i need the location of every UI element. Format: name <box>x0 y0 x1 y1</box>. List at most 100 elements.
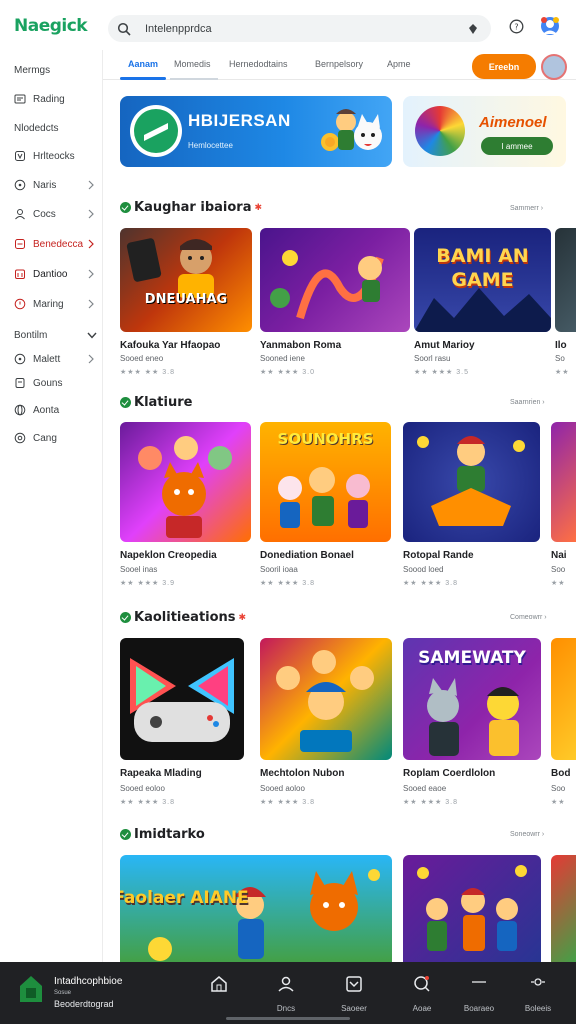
game-title: Ilo <box>555 340 567 351</box>
search-input[interactable]: Intelenpprdca <box>145 23 467 35</box>
cta-button[interactable]: Ereebn <box>472 54 536 79</box>
sidebar: Mermgs Rading Nlodedcts Hrlteocks Naris … <box>0 50 103 962</box>
nav-home[interactable] <box>194 972 244 1016</box>
sidebar-subitem-aonta[interactable]: Aonta <box>14 400 100 420</box>
compass-icon <box>14 179 26 191</box>
game-rating: ★★ ★★★ 3.0 <box>260 369 315 376</box>
help-icon[interactable]: ? <box>509 19 524 34</box>
sidebar-item-label: Nlodedcts <box>14 122 59 134</box>
game-thumbnail: DNEUAHAG <box>120 228 252 332</box>
game-thumbnail <box>551 422 576 542</box>
sidebar-subitem-malett[interactable]: Malett <box>14 349 100 369</box>
profile-avatar[interactable] <box>541 54 567 80</box>
game-title: Rotopal Rande <box>403 550 474 561</box>
orb-illustration <box>415 106 465 156</box>
check-badge-icon <box>120 202 131 213</box>
star-icon: ✱ <box>238 612 247 623</box>
nav-boaraeo[interactable]: Boaraeo <box>454 972 504 1016</box>
chevron-right-icon <box>88 299 94 309</box>
active-tab-indicator <box>120 77 166 80</box>
sidebar-item-cocs[interactable]: Cocs <box>14 204 100 224</box>
nav-dncs[interactable]: Dncs <box>261 972 311 1016</box>
chevron-down-icon <box>87 332 97 339</box>
tab-momedis[interactable]: Momedis <box>174 59 211 69</box>
tab-hernedodtains[interactable]: Hernedodtains <box>229 59 288 69</box>
search-icon <box>117 22 131 36</box>
sidebar-item-label: Cocs <box>33 208 56 220</box>
nav-label: Boaraeo <box>463 1004 495 1013</box>
sidebar-item-benedecca[interactable]: Benedecca <box>14 234 100 254</box>
sidebar-item-label: Aonta <box>33 404 60 416</box>
promo-banner-secondary[interactable]: Aimenoel I ammee <box>403 96 566 167</box>
game-developer: Sooned iene <box>260 354 305 363</box>
app-icon[interactable] <box>18 974 44 1004</box>
app-root: Naegick Intelenpprdca ? Mermgs Rading Nl… <box>0 0 576 1024</box>
search-bar[interactable]: Intelenpprdca <box>108 15 491 42</box>
nav-saoeer[interactable]: Saoeer <box>329 972 379 1016</box>
tab-bernpelsory[interactable]: Bernpelsory <box>315 59 363 69</box>
svg-text:?: ? <box>514 23 518 32</box>
nav-boleeis[interactable]: Boleeis <box>513 972 563 1016</box>
game-title: Mechtolon Nubon <box>260 768 345 779</box>
sidebar-item-maring[interactable]: Maring <box>14 294 100 314</box>
game-developer: So <box>555 354 565 363</box>
game-rating: ★★★ ★★ 3.8 <box>120 369 175 376</box>
tab-aanam[interactable]: Aanam <box>128 59 158 69</box>
sidebar-subitem-cang[interactable]: Cang <box>14 428 100 448</box>
list-icon <box>14 94 26 104</box>
banner-action-button[interactable]: I ammee <box>481 137 553 155</box>
home-indicator[interactable] <box>226 1017 350 1020</box>
banner-title: Aimenoel <box>479 114 547 131</box>
mascot-illustration <box>321 109 382 151</box>
sidebar-section-label: Bontilm <box>14 329 48 341</box>
sidebar-section-header[interactable]: Bontilm <box>14 325 100 345</box>
game-rating: ★★ ★★★ 3.9 <box>120 580 175 587</box>
game-thumbnail: SAMEWATY <box>403 638 541 760</box>
sidebar-item-label: Dantioo <box>33 268 68 280</box>
library-icon <box>472 981 486 983</box>
section-title: Kaolitieations ✱ <box>120 610 246 625</box>
thumbnail-art-text: SOUNOHRS <box>277 430 374 448</box>
bookmark-icon <box>15 151 25 161</box>
section-more-link[interactable]: Saarnrien › <box>510 399 545 406</box>
sidebar-item-naris[interactable]: Naris <box>14 175 100 195</box>
sidebar-item-dantioo[interactable]: Dantioo <box>14 264 100 284</box>
game-title: Yanmabon Roma <box>260 340 342 351</box>
game-developer: Sooril ioaa <box>260 565 298 574</box>
sidebar-item-hrlteocks[interactable]: Hrlteocks <box>14 146 100 166</box>
sidebar-item-rading[interactable]: Rading <box>14 89 100 109</box>
section-title: Imidtarko <box>120 827 205 842</box>
check-badge-icon <box>120 397 131 408</box>
tab-apme[interactable]: Apme <box>387 59 411 69</box>
game-thumbnail <box>551 638 576 760</box>
account-avatar-icon[interactable] <box>539 15 561 37</box>
thumbnail-art-text: SAMEWATY <box>418 648 526 668</box>
app-logo[interactable]: Naegick <box>14 16 88 36</box>
section-more-link[interactable]: Soneowrr › <box>510 831 544 838</box>
thumbnail-art-text: DNEUAHAG <box>144 292 228 307</box>
voice-search-icon[interactable] <box>467 23 479 35</box>
promo-banner-main[interactable]: HBIJERSAN Hemlocettee <box>120 96 392 167</box>
sidebar-item-nlodedcts[interactable]: Nlodedcts <box>14 118 100 138</box>
check-badge-icon <box>120 612 131 623</box>
nav-label: Saoeer <box>341 1004 367 1013</box>
game-thumbnail <box>260 228 410 332</box>
check-badge-icon <box>120 829 131 840</box>
section-more-link[interactable]: Comeowrr › <box>510 614 547 621</box>
sidebar-item-label: Mermgs <box>14 64 51 76</box>
game-title: Rapeaka Mlading <box>120 768 202 779</box>
sidebar-subitem-gouns[interactable]: Gouns <box>14 373 100 393</box>
game-thumbnail <box>555 228 576 332</box>
sidebar-item-mermgs[interactable]: Mermgs <box>14 60 100 80</box>
game-rating: ★★ <box>555 369 570 376</box>
section-more-link[interactable]: Sammerr › <box>510 205 543 212</box>
star-icon: ✱ <box>254 202 263 213</box>
game-developer: Soo <box>551 565 566 574</box>
tag-icon <box>15 239 25 249</box>
sidebar-item-label: Naris <box>33 179 57 191</box>
nav-aoae[interactable]: Aoae <box>397 972 447 1016</box>
compass-icon <box>14 353 26 365</box>
game-rating: ★★ <box>551 580 566 587</box>
thumbnail-art-text: Faolaer AIANE <box>120 888 249 908</box>
document-icon <box>15 378 25 388</box>
